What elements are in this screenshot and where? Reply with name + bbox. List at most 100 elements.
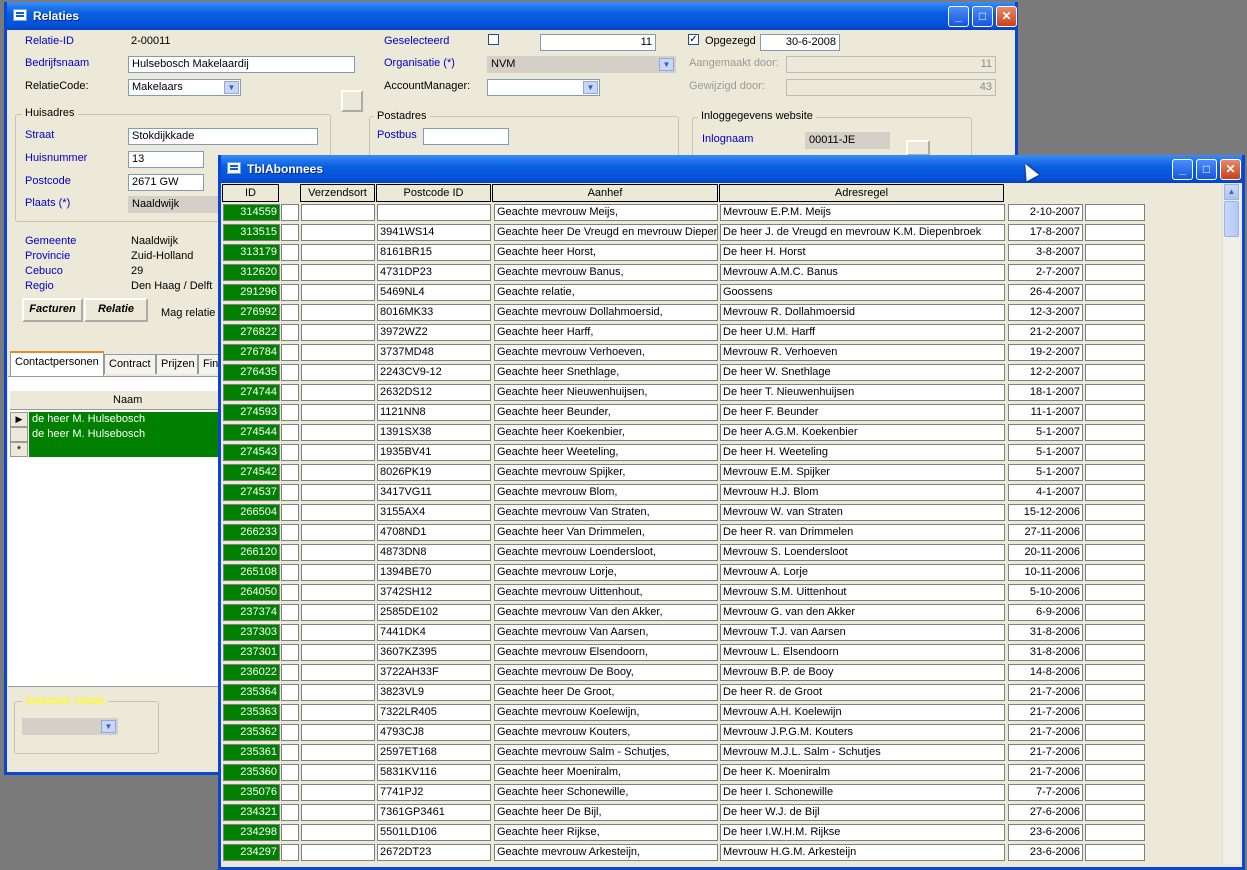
small-square-button[interactable] — [341, 90, 363, 112]
adresregel-cell[interactable]: Mevrouw W. van Straten — [720, 504, 1005, 521]
id-cell[interactable]: 234298 — [223, 824, 280, 841]
id-cell[interactable]: 234297 — [223, 844, 280, 861]
date-cell[interactable]: 27-11-2006 — [1008, 524, 1083, 541]
empty-cell[interactable] — [281, 664, 299, 681]
date-cell[interactable]: 5-1-2007 — [1008, 424, 1083, 441]
postbus-field[interactable] — [423, 128, 509, 145]
empty-cell[interactable] — [281, 224, 299, 241]
extra-cell[interactable] — [1085, 484, 1145, 501]
adresregel-cell[interactable]: Mevrouw S. Loendersloot — [720, 544, 1005, 561]
empty-cell[interactable] — [281, 604, 299, 621]
relatiecode-select[interactable]: Makelaars ▼ — [128, 79, 241, 96]
id-cell[interactable]: 266120 — [223, 544, 280, 561]
date-cell[interactable]: 27-6-2006 — [1008, 804, 1083, 821]
aanhef-cell[interactable]: Geachte mevrouw Verhoeven, — [494, 344, 718, 361]
id-cell[interactable]: 313179 — [223, 244, 280, 261]
verzendsort-cell[interactable] — [301, 264, 375, 281]
verzendsort-cell[interactable] — [301, 604, 375, 621]
date-cell[interactable]: 21-7-2006 — [1008, 684, 1083, 701]
verzendsort-cell[interactable] — [301, 584, 375, 601]
aanhef-cell[interactable]: Geachte mevrouw Kouters, — [494, 724, 718, 741]
aanhef-cell[interactable]: Geachte mevrouw Uittenhout, — [494, 584, 718, 601]
aanhef-cell[interactable]: Geachte heer Rijkse, — [494, 824, 718, 841]
new-row[interactable] — [29, 442, 220, 457]
extra-cell[interactable] — [1085, 624, 1145, 641]
adresregel-cell[interactable]: Mevrouw A.M.C. Banus — [720, 264, 1005, 281]
extra-cell[interactable] — [1085, 384, 1145, 401]
postcode-cell[interactable]: 4708ND1 — [377, 524, 491, 541]
verzendsort-cell[interactable] — [301, 304, 375, 321]
date-cell[interactable]: 5-10-2006 — [1008, 584, 1083, 601]
empty-cell[interactable] — [281, 544, 299, 561]
date-cell[interactable]: 23-6-2006 — [1008, 844, 1083, 861]
adresregel-cell[interactable]: De heer U.M. Harff — [720, 324, 1005, 341]
adresregel-cell[interactable]: De heer J. de Vreugd en mevrouw K.M. Die… — [720, 224, 1005, 241]
adresregel-cell[interactable]: Mevrouw R. Dollahmoersid — [720, 304, 1005, 321]
verzendsort-cell[interactable] — [301, 464, 375, 481]
postcode-cell[interactable]: 5469NL4 — [377, 284, 491, 301]
aanhef-cell[interactable]: Geachte mevrouw Lorje, — [494, 564, 718, 581]
postcode-cell[interactable]: 7441DK4 — [377, 624, 491, 641]
adresregel-cell[interactable]: De heer H. Horst — [720, 244, 1005, 261]
postcode-cell[interactable]: 3823VL9 — [377, 684, 491, 701]
aanhef-cell[interactable]: Geachte heer Nieuwenhuijsen, — [494, 384, 718, 401]
adresregel-cell[interactable]: Mevrouw H.G.M. Arkesteijn — [720, 844, 1005, 861]
date-cell[interactable]: 23-6-2006 — [1008, 824, 1083, 841]
huisnummer-field[interactable]: 13 — [128, 151, 204, 168]
minimize-button[interactable]: _ — [948, 6, 969, 27]
verzendsort-cell[interactable] — [301, 644, 375, 661]
aanhef-cell[interactable]: Geachte mevrouw Van Aarsen, — [494, 624, 718, 641]
verzendsort-cell[interactable] — [301, 224, 375, 241]
aanhef-cell[interactable]: Geachte mevrouw Dollahmoersid, — [494, 304, 718, 321]
postcode-cell[interactable]: 3155AX4 — [377, 504, 491, 521]
adresregel-cell[interactable]: Mevrouw T.J. van Aarsen — [720, 624, 1005, 641]
id-cell[interactable]: 276992 — [223, 304, 280, 321]
adresregel-cell[interactable]: Mevrouw E.M. Spijker — [720, 464, 1005, 481]
close-button[interactable]: ✕ — [1220, 159, 1241, 180]
extra-cell[interactable] — [1085, 744, 1145, 761]
adresregel-cell[interactable]: De heer W. Snethlage — [720, 364, 1005, 381]
date-cell[interactable]: 3-8-2007 — [1008, 244, 1083, 261]
date-cell[interactable]: 17-8-2007 — [1008, 224, 1083, 241]
postcode-cell[interactable]: 3972WZ2 — [377, 324, 491, 341]
postcode-cell[interactable]: 3742SH12 — [377, 584, 491, 601]
empty-cell[interactable] — [281, 624, 299, 641]
contact-row[interactable]: de heer M. Hulsebosch — [29, 427, 220, 442]
adresregel-cell[interactable]: De heer I. Schonewille — [720, 784, 1005, 801]
verzendsort-cell[interactable] — [301, 824, 375, 841]
scroll-up-arrow-icon[interactable]: ▲ — [1224, 184, 1239, 200]
tblabonnees-titlebar[interactable]: TblAbonnees _ □ ✕ — [221, 155, 1242, 183]
empty-cell[interactable] — [281, 464, 299, 481]
id-cell[interactable]: 266233 — [223, 524, 280, 541]
plaats-field[interactable]: Naaldwijk — [128, 196, 218, 213]
postcode-cell[interactable]: 3417VG11 — [377, 484, 491, 501]
date-cell[interactable]: 31-8-2006 — [1008, 644, 1083, 661]
verzendsort-cell[interactable] — [301, 244, 375, 261]
postcode-cell[interactable]: 4731DP23 — [377, 264, 491, 281]
verzendsort-cell[interactable] — [301, 364, 375, 381]
aanhef-cell[interactable]: Geachte heer Weeteling, — [494, 444, 718, 461]
extra-cell[interactable] — [1085, 664, 1145, 681]
date-cell[interactable]: 5-1-2007 — [1008, 464, 1083, 481]
date-cell[interactable]: 20-11-2006 — [1008, 544, 1083, 561]
aanhef-cell[interactable]: Geachte heer De Vreugd en mevrouw Diepen… — [494, 224, 718, 241]
column-header-adresregel[interactable]: Adresregel — [719, 184, 1004, 202]
empty-cell[interactable] — [281, 284, 299, 301]
id-cell[interactable]: 265108 — [223, 564, 280, 581]
date-cell[interactable]: 15-12-2006 — [1008, 504, 1083, 521]
empty-cell[interactable] — [281, 444, 299, 461]
adresregel-cell[interactable]: Mevrouw H.J. Blom — [720, 484, 1005, 501]
adresregel-cell[interactable]: De heer W.J. de Bijl — [720, 804, 1005, 821]
verzendsort-cell[interactable] — [301, 844, 375, 861]
extra-cell[interactable] — [1085, 564, 1145, 581]
empty-cell[interactable] — [281, 584, 299, 601]
id-cell[interactable]: 276784 — [223, 344, 280, 361]
empty-cell[interactable] — [281, 724, 299, 741]
extra-cell[interactable] — [1085, 604, 1145, 621]
id-cell[interactable]: 266504 — [223, 504, 280, 521]
verzendsort-cell[interactable] — [301, 384, 375, 401]
geselecteerd-field[interactable]: 11 — [540, 34, 656, 51]
date-cell[interactable]: 21-7-2006 — [1008, 764, 1083, 781]
postcode-cell[interactable]: 8016MK33 — [377, 304, 491, 321]
empty-cell[interactable] — [281, 804, 299, 821]
